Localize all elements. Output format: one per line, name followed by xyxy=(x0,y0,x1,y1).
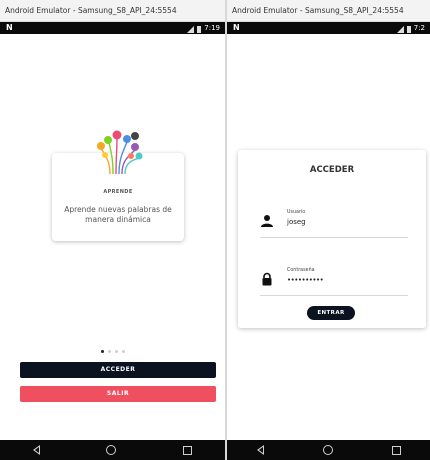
status-icons: 7:19 xyxy=(187,22,220,34)
signal-icon xyxy=(187,25,195,33)
login-card: ACCEDER Usuario joseg Contraseña •••••••… xyxy=(238,150,426,328)
learning-tree-icon xyxy=(97,130,143,174)
login-title: ACCEDER xyxy=(309,165,355,175)
lock-icon xyxy=(262,272,272,286)
navigation-bar xyxy=(0,440,225,460)
status-time: 7:2 xyxy=(413,24,425,32)
page-dot[interactable] xyxy=(108,350,111,353)
status-bar: N 7:2 xyxy=(227,22,430,34)
username-field[interactable]: Usuario joseg xyxy=(260,206,408,238)
recent-apps-icon[interactable] xyxy=(391,445,401,455)
username-value[interactable]: joseg xyxy=(287,218,306,226)
status-bar: N 7:19 xyxy=(0,22,225,34)
back-icon[interactable] xyxy=(256,445,264,455)
battery-icon xyxy=(406,25,411,33)
page-dot-active[interactable] xyxy=(101,350,104,353)
notification-icon: N xyxy=(6,23,13,32)
notification-icon: N xyxy=(233,23,240,32)
acceder-button[interactable]: ACCEDER xyxy=(20,362,216,378)
home-icon[interactable] xyxy=(322,445,333,455)
emulator-window-right: Android Emulator - Samsung_S8_API_24:555… xyxy=(227,0,430,460)
page-dot[interactable] xyxy=(115,350,118,353)
password-label: Contraseña xyxy=(287,268,315,273)
page-dot[interactable] xyxy=(122,350,125,353)
recent-apps-icon[interactable] xyxy=(182,445,192,455)
window-title: Android Emulator - Samsung_S8_API_24:555… xyxy=(227,0,430,22)
card-title: APRENDE xyxy=(103,189,133,195)
battery-icon xyxy=(197,25,202,33)
username-label: Usuario xyxy=(287,210,306,215)
entrar-button[interactable]: ENTRAR xyxy=(307,306,355,320)
password-field[interactable]: Contraseña •••••••••• xyxy=(260,264,408,296)
window-title: Android Emulator - Samsung_S8_API_24:555… xyxy=(0,0,225,22)
navigation-bar xyxy=(227,440,430,460)
signal-icon xyxy=(396,25,404,33)
home-icon[interactable] xyxy=(106,445,117,455)
back-icon[interactable] xyxy=(33,445,41,455)
status-icons: 7:2 xyxy=(396,22,425,34)
salir-button[interactable]: SALIR xyxy=(20,386,216,402)
status-time: 7:19 xyxy=(204,24,220,32)
page-indicator xyxy=(101,350,125,353)
emulator-window-left: Android Emulator - Samsung_S8_API_24:555… xyxy=(0,0,225,460)
card-text: Aprende nuevas palabras de manera dinámi… xyxy=(64,205,172,224)
password-value[interactable]: •••••••••• xyxy=(287,276,324,284)
user-icon xyxy=(261,215,273,227)
